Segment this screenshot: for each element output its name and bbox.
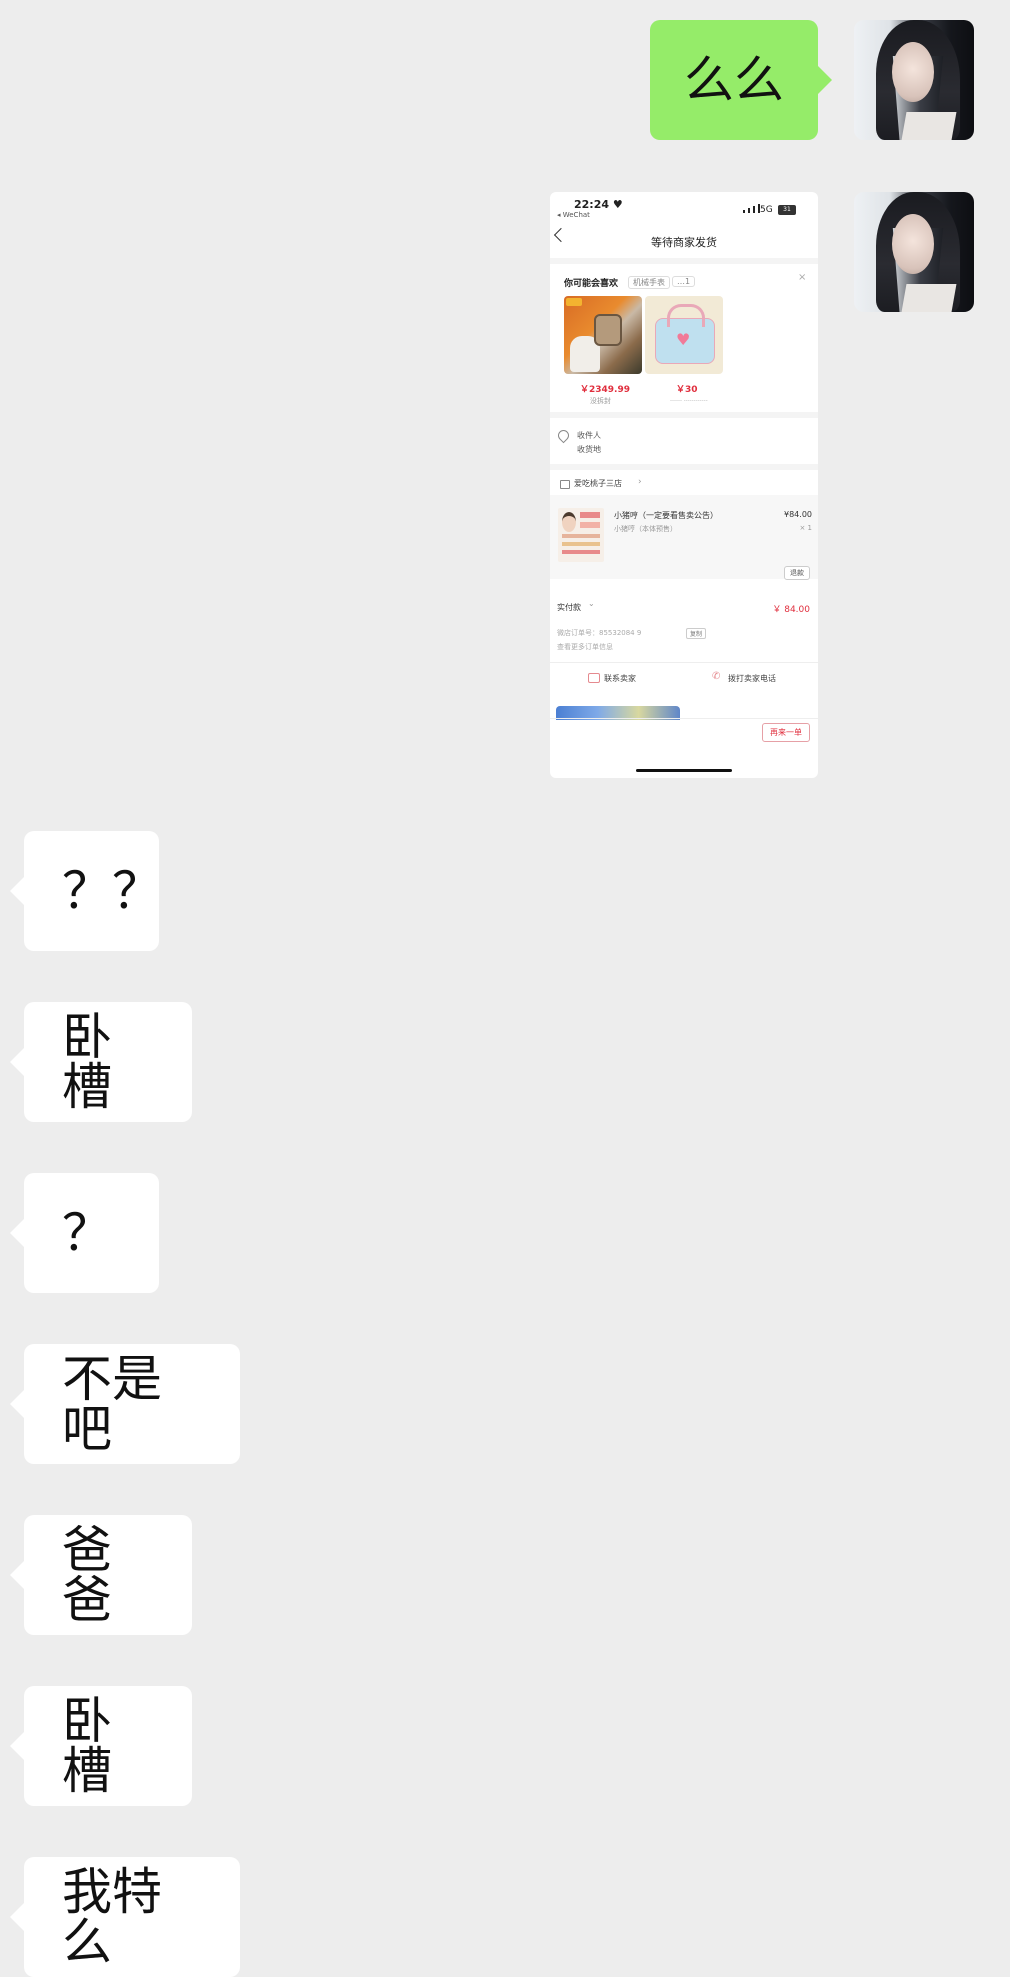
signal-icon: [743, 204, 760, 216]
incoming-message-bubble[interactable]: 我特么: [10, 1857, 240, 1977]
incoming-message-bubble[interactable]: ？？: [10, 831, 162, 951]
more-order-info-link[interactable]: 查看更多订单信息: [557, 642, 613, 652]
recommend-title: 你可能会喜欢: [564, 279, 619, 289]
shop-icon: [560, 480, 570, 489]
message-text: ？？: [62, 862, 162, 920]
back-to-wechat-link: ◂ WeChat: [557, 211, 590, 219]
rec-price: ￥30: [676, 385, 698, 395]
message-text: 卧槽: [62, 1692, 112, 1800]
chat-icon: [588, 673, 600, 683]
location-pin-icon: [555, 427, 572, 444]
paid-value: ￥ 84.00: [772, 605, 810, 615]
rec-subtitle: 没拆封: [590, 397, 611, 405]
rebuy-button[interactable]: 再来一单: [762, 723, 810, 742]
recommend-image-bag[interactable]: ♥: [645, 296, 723, 374]
order-screenshot-image[interactable]: 22:24 ♥ ◂ WeChat 5G 31 等待商家发货 你可能会喜欢 机械手…: [550, 192, 818, 778]
product-name: 小猪哼（一定要看售卖公告）: [614, 511, 718, 520]
status-time: 22:24 ♥: [574, 198, 623, 211]
rec-subtitle: …… …………: [670, 396, 708, 403]
copy-button[interactable]: 复制: [686, 628, 707, 639]
outgoing-message-bubble[interactable]: 么么: [650, 20, 832, 140]
message-text: 爸爸: [62, 1521, 112, 1629]
network-label: 5G: [760, 205, 773, 215]
message-text: ？: [62, 1204, 112, 1262]
self-avatar[interactable]: [854, 192, 974, 312]
recommend-image-watch[interactable]: [564, 296, 642, 374]
close-icon[interactable]: ×: [798, 272, 806, 283]
message-text: 卧槽: [62, 1008, 112, 1116]
home-indicator: [636, 769, 732, 772]
recommend-tag[interactable]: 机械手表: [628, 276, 670, 289]
self-avatar[interactable]: [854, 20, 974, 140]
address-value: 收货地: [577, 445, 601, 454]
page-title: 等待商家发货: [651, 236, 717, 249]
divider: [550, 412, 818, 418]
address-label: 收件人: [577, 431, 601, 440]
product-spec: 小猪哼（本体预售）: [614, 525, 677, 533]
divider: [550, 662, 818, 663]
avatar-face: [892, 214, 934, 274]
avatar-collar: [901, 284, 957, 312]
redaction-blob: [776, 424, 816, 464]
message-text: 么么: [684, 51, 784, 109]
divider: [550, 718, 818, 719]
paid-label: 实付款: [557, 603, 581, 612]
divider: [550, 258, 818, 264]
phone-icon: ✆: [712, 671, 721, 682]
message-text: 我特么: [62, 1863, 162, 1971]
battery-icon: 31: [778, 205, 796, 215]
incoming-message-bubble[interactable]: 爸爸: [10, 1515, 192, 1635]
chevron-down-icon: ⌄: [588, 599, 595, 608]
incoming-message-bubble[interactable]: 不是吧: [10, 1344, 240, 1464]
product-quantity: × 1: [799, 524, 812, 532]
rec-price: ￥2349.99: [580, 385, 630, 395]
incoming-message-bubble[interactable]: 卧槽: [10, 1002, 192, 1122]
product-price: ¥84.00: [784, 510, 812, 519]
shop-name[interactable]: 爱吃桃子三店: [574, 478, 622, 489]
contact-seller-button[interactable]: 联系卖家: [604, 673, 636, 684]
refund-button[interactable]: 退款: [784, 566, 810, 580]
incoming-message-bubble[interactable]: 卧槽: [10, 1686, 192, 1806]
chevron-right-icon: ›: [638, 477, 642, 487]
recommend-tag[interactable]: …1: [672, 276, 696, 287]
incoming-message-bubble[interactable]: ？: [10, 1173, 159, 1293]
product-thumbnail[interactable]: [558, 508, 604, 562]
call-seller-button[interactable]: 拨打卖家电话: [728, 673, 776, 684]
divider: [550, 464, 818, 470]
avatar-face: [892, 42, 934, 102]
message-text: 不是吧: [62, 1350, 162, 1458]
avatar-collar: [901, 112, 957, 140]
order-number: 微店订单号：85532084 9: [557, 629, 642, 637]
